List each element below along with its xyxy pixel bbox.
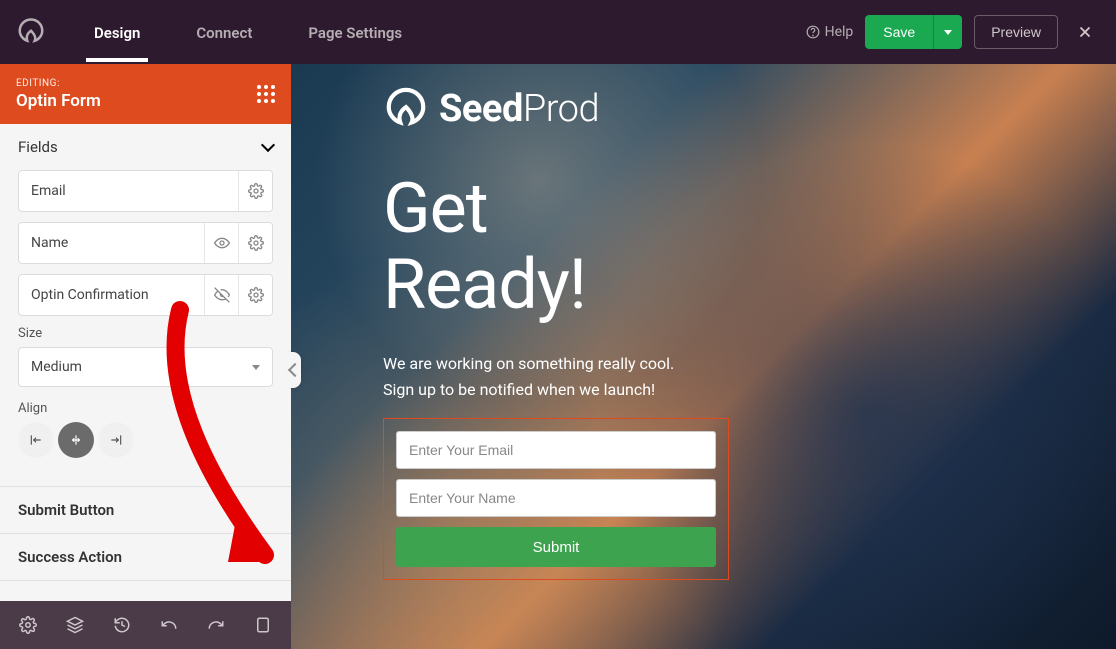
eye-icon [214, 235, 230, 251]
field-visibility-button[interactable] [204, 222, 238, 264]
layers-icon [66, 616, 84, 634]
preview-button[interactable]: Preview [974, 15, 1058, 49]
field-row-optin-confirmation[interactable]: Optin Confirmation [18, 274, 273, 316]
subheading-line2: Sign up to be notified when we launch! [383, 377, 1116, 403]
drag-handle-icon[interactable] [257, 85, 275, 103]
section-submit-title: Submit Button [18, 501, 114, 519]
subheading-line1: We are working on something really cool. [383, 351, 1116, 377]
align-center-icon [69, 433, 83, 447]
sidebar-collapse-button[interactable] [287, 352, 301, 388]
close-icon [1076, 23, 1094, 41]
align-label: Align [18, 401, 273, 416]
gear-icon [19, 616, 37, 634]
field-settings-button[interactable] [238, 222, 272, 264]
chevron-left-icon [288, 363, 302, 377]
field-row-name[interactable]: Name [18, 222, 273, 264]
field-label: Optin Confirmation [19, 287, 204, 303]
history-icon [113, 616, 131, 634]
eye-off-icon [214, 287, 230, 303]
headline-line2: Ready! [383, 248, 1116, 324]
field-settings-button[interactable] [238, 274, 272, 316]
align-left-button[interactable] [18, 422, 54, 458]
size-value: Medium [31, 359, 82, 375]
chevron-down-icon [261, 138, 275, 152]
topbar: Design Connect Page Settings Help Save P… [0, 0, 1116, 64]
field-settings-button[interactable] [238, 170, 272, 212]
field-label: Name [19, 235, 204, 251]
save-button[interactable]: Save [865, 15, 933, 49]
email-input[interactable] [396, 431, 716, 469]
seedprod-logo: SeedProd [383, 86, 1116, 132]
size-select[interactable]: Medium [18, 347, 273, 387]
editing-title: Optin Form [16, 91, 101, 111]
field-row-email[interactable]: Email [18, 170, 273, 212]
gear-icon [248, 183, 264, 199]
footer-device-button[interactable] [246, 607, 281, 643]
section-success-action-header[interactable]: Success Action [0, 534, 291, 580]
footer-history-button[interactable] [104, 607, 139, 643]
help-icon [806, 25, 820, 39]
redo-icon [207, 616, 225, 634]
section-submit-button-header[interactable]: Submit Button [0, 487, 291, 533]
leaf-icon [383, 86, 429, 132]
canvas: SeedProd Get Ready! We are working on so… [291, 64, 1116, 649]
help-link[interactable]: Help [806, 24, 854, 40]
sidebar: EDITING: Optin Form Fields Email [0, 64, 291, 649]
gear-icon [248, 287, 264, 303]
optin-form[interactable]: Submit [383, 418, 729, 580]
field-label: Email [19, 183, 238, 199]
sidebar-header: EDITING: Optin Form [0, 64, 291, 124]
headline-line1: Get [383, 172, 1116, 248]
align-center-button[interactable] [58, 422, 94, 458]
caret-down-icon [252, 365, 260, 370]
sidebar-footer [0, 601, 291, 649]
seedprod-logotype: SeedProd [439, 87, 599, 131]
close-button[interactable] [1070, 17, 1100, 47]
align-right-icon [109, 433, 123, 447]
section-fields-title: Fields [18, 138, 58, 156]
footer-undo-button[interactable] [152, 607, 187, 643]
tablet-icon [254, 616, 272, 634]
subheading: We are working on something really cool.… [383, 351, 1116, 402]
panel-body: Fields Email Name [0, 124, 291, 601]
tab-page-settings[interactable]: Page Settings [300, 2, 410, 62]
save-button-group: Save [865, 15, 962, 49]
name-input[interactable] [396, 479, 716, 517]
gear-icon [248, 235, 264, 251]
topbar-right: Help Save Preview [806, 15, 1100, 49]
save-dropdown-button[interactable] [933, 15, 962, 49]
help-label: Help [825, 24, 854, 40]
headline: Get Ready! [383, 172, 1116, 323]
field-visibility-button[interactable] [204, 274, 238, 316]
section-fields-header[interactable]: Fields [0, 124, 291, 170]
nav-tabs: Design Connect Page Settings [86, 2, 410, 62]
footer-settings-button[interactable] [10, 607, 45, 643]
editing-label: EDITING: [16, 78, 101, 89]
tab-design[interactable]: Design [86, 2, 148, 62]
align-right-button[interactable] [98, 422, 134, 458]
workspace: EDITING: Optin Form Fields Email [0, 64, 1116, 649]
size-label: Size [18, 326, 273, 341]
app-logo-icon [16, 17, 46, 47]
align-left-icon [29, 433, 43, 447]
footer-layers-button[interactable] [57, 607, 92, 643]
caret-down-icon [944, 30, 952, 35]
footer-redo-button[interactable] [199, 607, 234, 643]
align-group [18, 422, 273, 458]
section-success-title: Success Action [18, 548, 122, 566]
undo-icon [160, 616, 178, 634]
submit-button[interactable]: Submit [396, 527, 716, 567]
tab-connect[interactable]: Connect [188, 2, 260, 62]
